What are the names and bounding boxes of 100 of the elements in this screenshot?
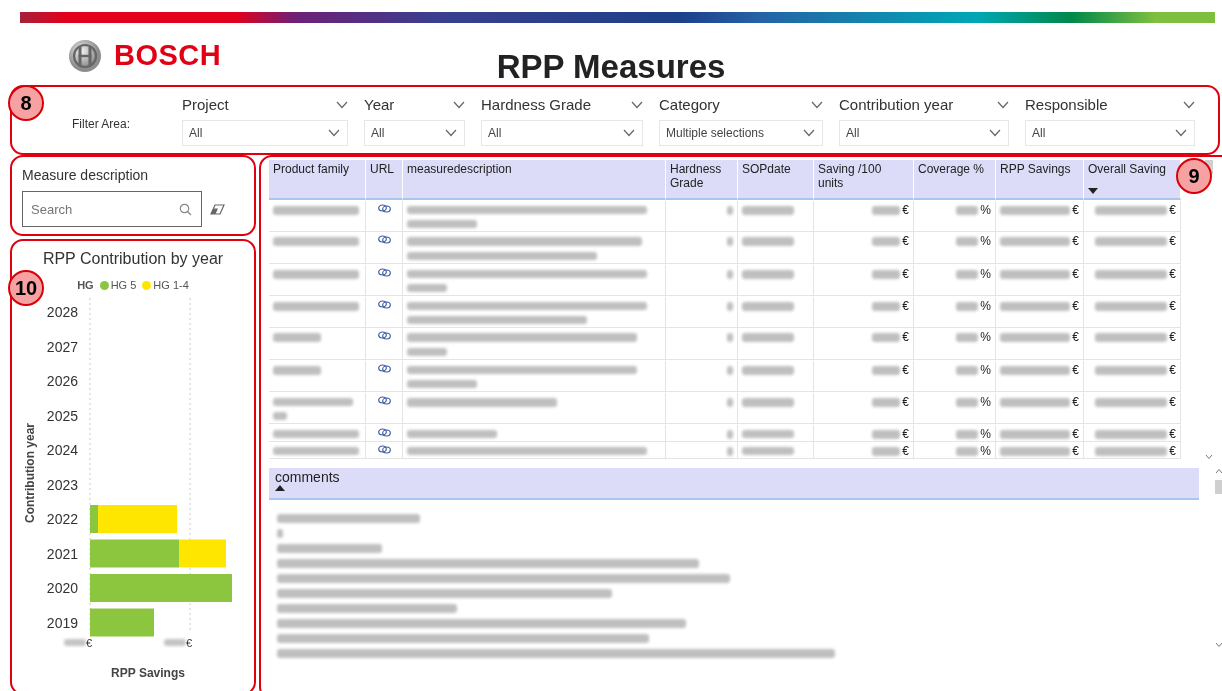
column-header[interactable]: comments: [269, 468, 1199, 500]
column-header[interactable]: Overall Saving: [1084, 160, 1181, 200]
column-header[interactable]: SOPdate: [738, 160, 814, 200]
blurred-text-drawing: [956, 366, 979, 376]
unit-label: €: [902, 364, 909, 377]
scroll-up-icon[interactable]: [1215, 468, 1222, 474]
filter-title[interactable]: Category: [659, 93, 823, 117]
axis-title: RPP Savings: [110, 664, 186, 682]
blurred-text-drawing: [727, 397, 733, 407]
chevron-down-icon: [453, 101, 465, 109]
blurred-text-drawing: [956, 237, 979, 247]
link-icon[interactable]: [377, 235, 391, 245]
blurred-text-drawing: [407, 219, 477, 228]
column-header[interactable]: Coverage %: [914, 160, 996, 200]
unit-label: €: [1072, 427, 1079, 440]
blurred-text-drawing: [956, 397, 979, 407]
link-icon[interactable]: [377, 268, 391, 278]
unit-label: €: [1169, 364, 1176, 377]
chevron-down-icon: [631, 101, 643, 109]
unit-label: €: [902, 445, 909, 458]
blurred-text-drawing: [164, 638, 186, 646]
scroll-down-icon[interactable]: [1205, 454, 1213, 460]
axis-label: 2021: [46, 545, 78, 562]
column-header[interactable]: Product family: [269, 160, 366, 200]
unit-label: €: [902, 268, 909, 281]
column-header[interactable]: URL: [366, 160, 403, 200]
unit-label: €: [1072, 299, 1079, 312]
axis-label: 2026: [46, 372, 78, 389]
column-header[interactable]: Saving /100 units: [814, 160, 914, 200]
link-icon[interactable]: [377, 331, 391, 341]
legend-item: HG 1-4: [142, 277, 189, 294]
unit-label: €: [1169, 427, 1176, 440]
blurred-text-drawing: [1000, 301, 1071, 311]
unit-label: %: [980, 364, 991, 377]
axis-label: 2019: [46, 614, 78, 631]
scroll-down-icon[interactable]: [1215, 642, 1222, 648]
link-icon[interactable]: [377, 203, 391, 213]
dropdown[interactable]: All: [364, 120, 465, 147]
blurred-text-drawing: [742, 429, 794, 438]
unit-label: €: [1072, 331, 1079, 344]
column-header[interactable]: RPP Savings: [996, 160, 1084, 200]
scrollbar-thumb[interactable]: [1215, 480, 1222, 494]
column-header[interactable]: Hardness Grade: [666, 160, 738, 200]
blurred-text-drawing: [742, 270, 794, 280]
link-icon[interactable]: [377, 364, 391, 374]
chevron-down-icon: [444, 129, 458, 138]
link-icon[interactable]: [377, 299, 391, 309]
blurred-text-drawing: [273, 333, 321, 343]
unit-label: €: [1169, 445, 1176, 458]
dropdown[interactable]: Multiple selections: [659, 120, 823, 147]
blurred-text-drawing: [1000, 237, 1071, 247]
link-icon[interactable]: [377, 427, 391, 437]
filter-title[interactable]: Contribution year: [839, 93, 1009, 117]
armature-logo-icon: [68, 39, 102, 73]
unit-label: %: [980, 427, 991, 440]
blurred-text-drawing: [956, 429, 979, 439]
filter-title[interactable]: Hardness Grade: [481, 93, 643, 117]
blurred-text-drawing: [872, 397, 901, 407]
blurred-text-drawing: [727, 237, 733, 247]
chevron-down-icon: [811, 101, 823, 109]
column-header[interactable]: measuredescription: [403, 160, 666, 200]
axis-label: 2028: [46, 303, 78, 320]
blurred-text-drawing: [727, 366, 733, 376]
unit-label: %: [980, 203, 991, 216]
dropdown[interactable]: All: [481, 120, 643, 147]
chevron-down-icon: [1174, 129, 1188, 138]
blurred-text-drawing: [956, 447, 979, 457]
filter-title[interactable]: Responsible: [1025, 93, 1195, 117]
dropdown[interactable]: All: [1025, 120, 1195, 147]
chart-title: RPP Contribution by year: [41, 249, 225, 270]
tick-label: €: [186, 636, 193, 649]
unit-label: €: [1072, 203, 1079, 216]
filter-title[interactable]: Project: [182, 93, 348, 117]
filter-title[interactable]: Year: [364, 93, 465, 117]
blurred-text-drawing: [742, 397, 794, 407]
dropdown[interactable]: All: [839, 120, 1009, 147]
unit-label: €: [1072, 235, 1079, 248]
unit-label: €: [902, 395, 909, 408]
link-icon[interactable]: [377, 445, 391, 455]
blurred-text-drawing: [273, 411, 287, 420]
blurred-text-drawing: [1000, 447, 1071, 457]
axis-label: 2023: [46, 476, 78, 493]
blurred-text-drawing: [742, 366, 794, 376]
link-icon[interactable]: [377, 395, 391, 405]
legend-title: HG: [77, 278, 94, 294]
chevron-down-icon: [997, 101, 1009, 109]
blurred-text-drawing: [1000, 270, 1071, 280]
chevron-down-icon: [622, 129, 636, 138]
blurred-text-drawing: [872, 447, 901, 457]
dropdown[interactable]: All: [182, 120, 348, 147]
blurred-text-drawing: [727, 270, 733, 280]
blurred-text-drawing: [727, 205, 733, 215]
blurred-text-drawing: [872, 205, 901, 215]
chevron-down-icon: [1183, 101, 1195, 109]
unit-label: €: [1169, 235, 1176, 248]
blurred-text-drawing: [956, 205, 979, 215]
search-field[interactable]: Search: [22, 191, 202, 227]
eraser-icon[interactable]: [210, 203, 225, 215]
unit-label: %: [980, 235, 991, 248]
axis-label: 2020: [46, 579, 78, 596]
